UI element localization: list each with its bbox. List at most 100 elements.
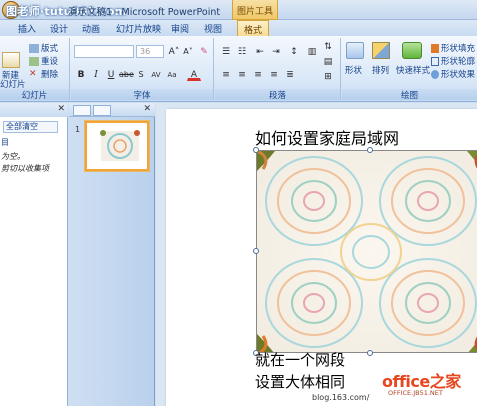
delete-label: 删除: [41, 70, 59, 80]
resize-handle[interactable]: [367, 350, 373, 356]
selected-picture[interactable]: [256, 150, 477, 353]
shrink-font-icon[interactable]: A˅: [181, 45, 195, 58]
tab-animation[interactable]: 动画: [82, 22, 100, 35]
align-center-icon[interactable]: ≡: [235, 68, 249, 81]
close-icon[interactable]: ✕: [143, 104, 151, 114]
arrange-button[interactable]: 排列: [372, 64, 389, 76]
resize-handle[interactable]: [367, 147, 373, 153]
underline-button[interactable]: U: [104, 68, 118, 81]
slides-pane: ✕ 1: [69, 103, 155, 406]
arrange-icon[interactable]: [372, 42, 390, 59]
clipboard-empty-line2: 剪切以收集项: [1, 164, 49, 173]
reset-icon: [29, 57, 39, 66]
numbering-icon[interactable]: ☷: [235, 45, 249, 58]
shape-fill-label: 形状填充: [441, 44, 476, 54]
font-group-label: 字体: [71, 89, 213, 101]
tab-slides[interactable]: [73, 105, 91, 116]
ribbon-tabs: 插入 设计 动画 幻灯片放映 审阅 视图 格式: [0, 20, 477, 36]
italic-button[interactable]: I: [89, 68, 103, 81]
slide-canvas[interactable]: 如何设置家庭局域网 就在一个网段 设置大体相同: [166, 109, 477, 406]
tab-format[interactable]: 格式: [237, 20, 270, 36]
slide-editing-area: 如何设置家庭局域网 就在一个网段 设置大体相同: [156, 103, 477, 406]
text-direction-icon[interactable]: ⇅: [321, 40, 335, 53]
bold-button[interactable]: B: [74, 68, 88, 81]
resize-handle[interactable]: [253, 248, 259, 254]
paint-bucket-icon: [431, 44, 439, 53]
columns-icon[interactable]: ▥: [305, 45, 319, 58]
decrease-indent-icon[interactable]: ⇤: [253, 45, 267, 58]
picture-tools-context-title: 图片工具: [232, 0, 278, 20]
blog-watermark: blog.163.com/: [312, 393, 370, 402]
clipboard-empty-line1: 为空。: [1, 152, 25, 161]
effects-icon: [431, 70, 439, 79]
paragraph-group-label: 段落: [215, 89, 340, 101]
align-text-icon[interactable]: ▤: [321, 55, 335, 68]
clear-format-icon[interactable]: ✎: [197, 45, 211, 58]
clipboard-pane: ✕ 全部清空 目 为空。 剪切以收集项: [0, 103, 68, 406]
shapes-button[interactable]: 形状: [345, 64, 362, 76]
slide-body-line1[interactable]: 就在一个网段: [255, 349, 345, 370]
thumbnail-image: [87, 123, 147, 169]
slide-title[interactable]: 如何设置家庭局域网: [255, 125, 399, 149]
tab-view[interactable]: 视图: [204, 22, 222, 35]
bullets-icon[interactable]: ☰: [219, 45, 233, 58]
shape-effects-button[interactable]: 形状效果: [431, 68, 475, 80]
clear-all-button[interactable]: 全部清空: [3, 121, 58, 133]
shape-effects-label: 形状效果: [441, 70, 476, 80]
pattern-image: [257, 151, 477, 352]
quick-styles-button[interactable]: 快速样式: [396, 64, 430, 76]
font-name-combo[interactable]: [74, 45, 134, 58]
font-group: 36 A˄ A˅ ✎ B I U abe S AV Aa A 字体: [71, 38, 214, 101]
layout-icon: [29, 44, 39, 53]
tab-slideshow[interactable]: 幻灯片放映: [116, 22, 161, 35]
office-watermark-url: OFFICE.JB51.NET: [388, 389, 443, 397]
drawing-group-label: 绘图: [342, 89, 477, 101]
align-right-icon[interactable]: ≡: [251, 68, 265, 81]
paragraph-group: ☰ ☷ ⇤ ⇥ ↕ ▥ ⇅ ▤ ≡ ≡ ≡ ≡ ≣ ⊞ 段落: [215, 38, 341, 101]
close-icon[interactable]: ✕: [57, 104, 65, 114]
tab-review[interactable]: 审阅: [171, 22, 189, 35]
line-spacing-icon[interactable]: ↕: [287, 45, 301, 58]
change-case-button[interactable]: Aa: [165, 68, 179, 81]
tab-outline[interactable]: [93, 105, 111, 116]
slides-pane-tabs: ✕: [69, 103, 155, 117]
window-title: 演示文稿1 - Microsoft PowerPoint: [68, 7, 221, 18]
tab-design[interactable]: 设计: [50, 22, 68, 35]
title-bar: 图老师·tutu001.com 演示文稿1 - Microsoft PowerP…: [0, 0, 477, 20]
layout-label: 版式: [41, 44, 59, 54]
char-spacing-button[interactable]: AV: [149, 68, 163, 81]
shapes-icon[interactable]: [346, 42, 364, 59]
justify-icon[interactable]: ≡: [267, 68, 281, 81]
grow-font-icon[interactable]: A˄: [167, 45, 181, 58]
ribbon: 新建 幻灯片 版式 重设 ✕ 删除 幻灯片 36 A˄ A˅ ✎ B I U ab…: [0, 36, 477, 102]
shape-outline-label: 形状轮廓: [441, 57, 476, 67]
smartart-icon[interactable]: ⊞: [321, 70, 335, 83]
font-color-button[interactable]: A: [187, 68, 201, 81]
slides-group: 新建 幻灯片 版式 重设 ✕ 删除 幻灯片: [0, 38, 70, 101]
drawing-group: 形状 排列 快速样式 形状填充 形状轮廓 形状效果 绘图: [342, 38, 477, 101]
clipboard-pane-header: ✕: [0, 103, 68, 117]
clipboard-target-label: 目: [1, 138, 9, 147]
shadow-button[interactable]: S: [134, 68, 148, 81]
layout-button[interactable]: 版式: [29, 42, 58, 54]
delete-button[interactable]: ✕ 删除: [29, 68, 59, 81]
slide-body-line2[interactable]: 设置大体相同: [255, 371, 345, 392]
increase-indent-icon[interactable]: ⇥: [269, 45, 283, 58]
shape-fill-button[interactable]: 形状填充: [431, 42, 475, 54]
tab-insert[interactable]: 插入: [18, 22, 36, 35]
new-slide-icon[interactable]: [2, 52, 20, 68]
distributed-icon[interactable]: ≣: [283, 68, 297, 81]
delete-icon: ✕: [29, 69, 37, 79]
reset-button[interactable]: 重设: [29, 55, 58, 67]
slide-thumbnail[interactable]: [85, 121, 149, 171]
clear-all-label: 全部清空: [6, 122, 38, 131]
resize-handle[interactable]: [253, 147, 259, 153]
reset-label: 重设: [41, 57, 59, 67]
slides-group-label: 幻灯片: [0, 89, 69, 101]
shape-outline-button[interactable]: 形状轮廓: [431, 55, 475, 67]
font-size-combo[interactable]: 36: [136, 45, 164, 58]
strikethrough-button[interactable]: abe: [118, 68, 134, 81]
pen-icon: [431, 57, 439, 66]
align-left-icon[interactable]: ≡: [219, 68, 233, 81]
quick-styles-icon[interactable]: [402, 42, 422, 59]
